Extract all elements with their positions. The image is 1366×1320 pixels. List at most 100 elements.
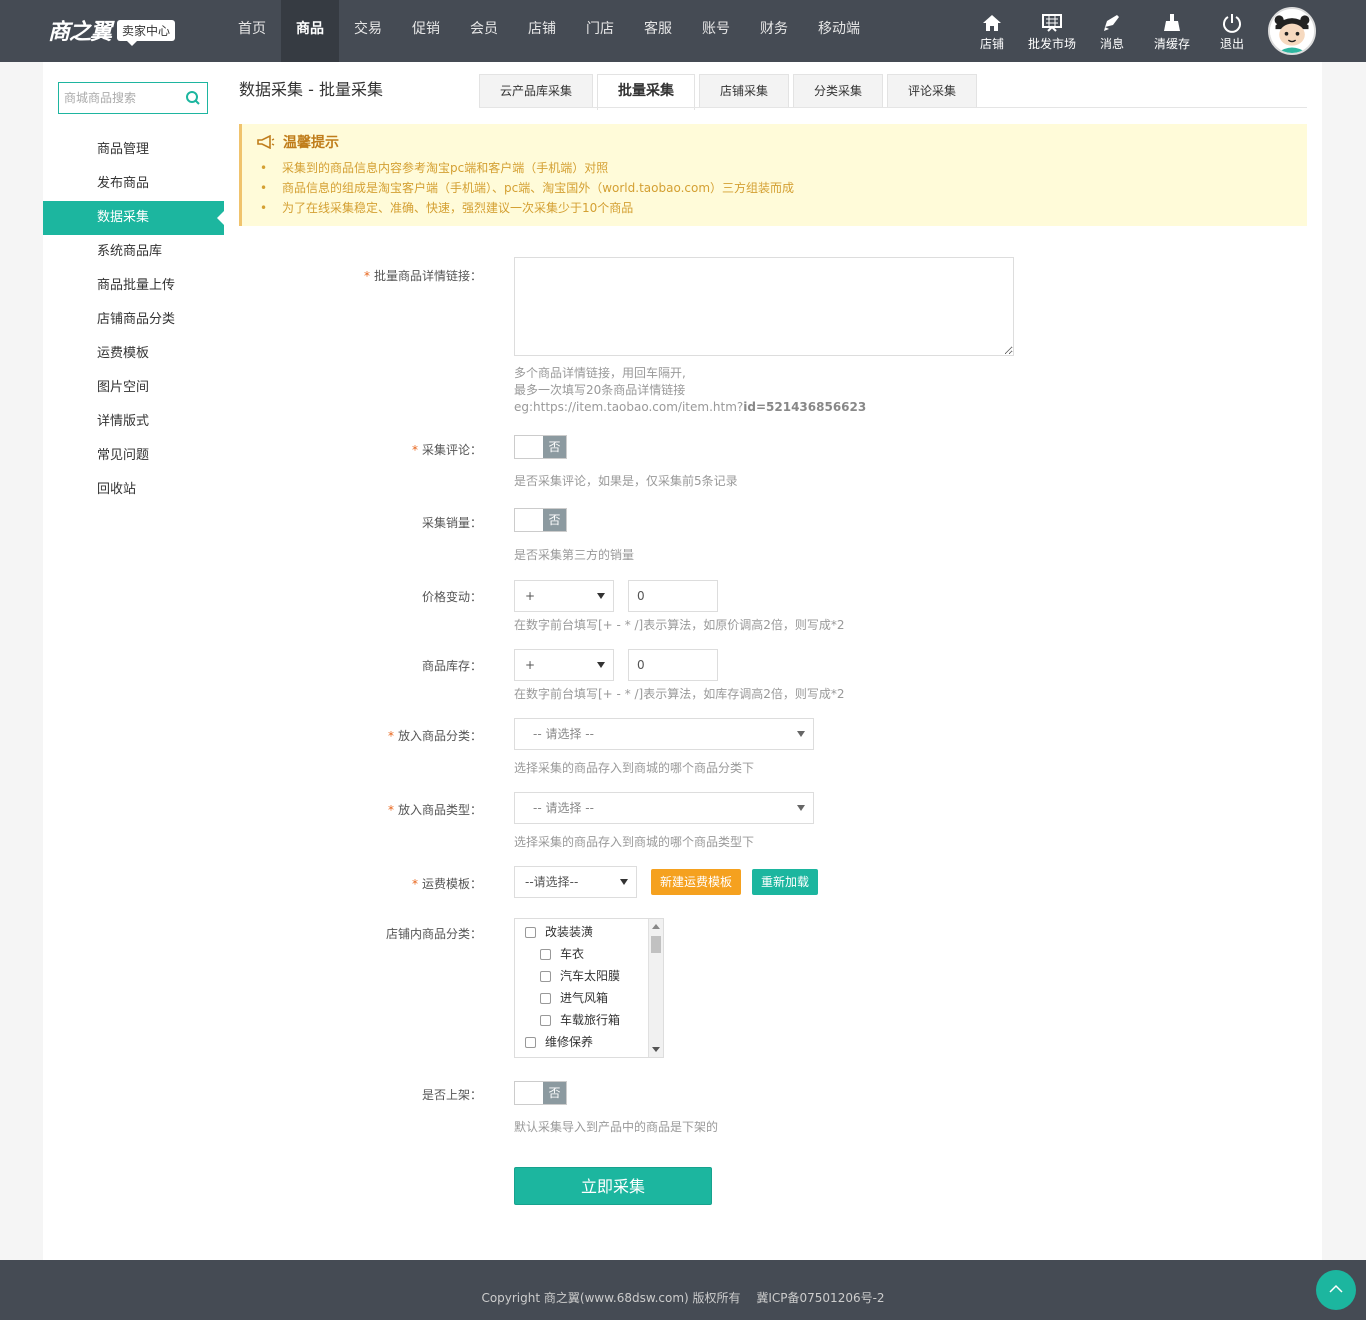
tab-category[interactable]: 分类采集	[793, 74, 884, 108]
market-icon	[1042, 14, 1062, 32]
category-item[interactable]: 维修保养	[525, 1031, 593, 1053]
page-title: 数据采集 - 批量采集	[239, 80, 383, 99]
sidebar-item-image-space[interactable]: 图片空间	[43, 371, 224, 405]
tool-logout[interactable]: 退出	[1202, 0, 1262, 62]
freight-select[interactable]: --请选择--	[514, 866, 637, 898]
footer: Copyright 商之翼(www.68dsw.com) 版权所有 冀ICP备0…	[0, 1260, 1366, 1320]
bell-icon	[1104, 15, 1119, 31]
shop-category-list: 改装装潢 车衣 汽车太阳膜 进气风箱 车载旅行箱 维修保养	[514, 918, 664, 1058]
search-input[interactable]	[59, 83, 179, 113]
tool-label: 店铺	[979, 37, 1004, 51]
row-freight: * 运费模板： --请选择-- 新建运费模板 重新加载	[224, 866, 1322, 898]
links-textarea[interactable]	[514, 257, 1014, 356]
onsale-label: 是否上架：	[421, 1088, 482, 1102]
new-freight-button[interactable]: 新建运费模板	[651, 869, 742, 895]
row-category: * 放入商品分类： -- 请选择 -- 选择采集的商品存入到商城的哪个商品分类下	[224, 718, 1322, 775]
scroll-down-icon[interactable]	[652, 1047, 660, 1052]
scroll-up-icon[interactable]	[652, 924, 660, 929]
category-select[interactable]: -- 请选择 --	[514, 718, 814, 750]
price-op-select[interactable]: +	[514, 580, 614, 612]
category-item[interactable]: 改装装潢	[525, 921, 593, 943]
tool-message[interactable]: 消息	[1082, 0, 1142, 62]
nav-item-shop[interactable]: 店铺	[513, 0, 571, 62]
tool-label: 消息	[1099, 37, 1124, 51]
onsale-switch[interactable]: 否	[514, 1081, 567, 1105]
type-select[interactable]: -- 请选择 --	[514, 792, 814, 824]
sidebar-item-system-lib[interactable]: 系统商品库	[43, 235, 224, 269]
sidebar-item-freight[interactable]: 运费模板	[43, 337, 224, 371]
nav-item-service[interactable]: 客服	[629, 0, 687, 62]
sidebar-search	[58, 82, 208, 114]
tab-batch[interactable]: 批量采集	[597, 74, 696, 110]
checkbox[interactable]	[540, 948, 551, 960]
checkbox[interactable]	[525, 1036, 536, 1048]
category-item[interactable]: 车衣	[540, 943, 584, 965]
tip-title: 温馨提示	[257, 132, 1292, 152]
avatar[interactable]	[1268, 7, 1316, 55]
tool-label: 清缓存	[1153, 37, 1190, 51]
onsale-hint: 默认采集导入到产品中的商品是下架的	[514, 1120, 719, 1134]
reload-button[interactable]: 重新加载	[752, 869, 819, 895]
sidebar-item-batch-upload[interactable]: 商品批量上传	[43, 269, 224, 303]
chevron-down-icon	[797, 805, 805, 811]
nav-item-promotion[interactable]: 促销	[397, 0, 455, 62]
price-label: 价格变动：	[421, 590, 482, 604]
tab-shop[interactable]: 店铺采集	[699, 74, 790, 108]
price-input[interactable]: 0	[628, 580, 718, 612]
tip-list: 采集到的商品信息内容参考淘宝pc端和客户端（手机端）对照 商品信息的组成是淘宝客…	[257, 158, 1292, 218]
sidebar-item-goods-manage[interactable]: 商品管理	[43, 133, 224, 167]
sidebar-item-data-collect[interactable]: 数据采集	[43, 201, 224, 235]
tip-box: 温馨提示 采集到的商品信息内容参考淘宝pc端和客户端（手机端）对照 商品信息的组…	[239, 124, 1307, 226]
nav-item-mobile[interactable]: 移动端	[803, 0, 875, 62]
chevron-up-icon	[1329, 1284, 1343, 1293]
nav-item-member[interactable]: 会员	[455, 0, 513, 62]
logo[interactable]: 商之翼 卖家中心	[48, 14, 176, 46]
type-hint: 选择采集的商品存入到商城的哪个商品类型下	[514, 835, 755, 849]
nav-item-account[interactable]: 账号	[687, 0, 745, 62]
comment-switch[interactable]: 否	[514, 435, 567, 459]
stock-input[interactable]: 0	[628, 649, 718, 681]
tool-market[interactable]: 批发市场	[1022, 0, 1082, 62]
row-type: * 放入商品类型： -- 请选择 -- 选择采集的商品存入到商城的哪个商品类型下	[224, 792, 1322, 849]
tool-shop[interactable]: 店铺	[962, 0, 1022, 62]
tab-cloud-library[interactable]: 云产品库采集	[479, 74, 594, 108]
tabs: 云产品库采集 批量采集 店铺采集 分类采集 评论采集	[479, 74, 981, 110]
stock-op-select[interactable]: +	[514, 649, 614, 681]
nav-item-goods[interactable]: 商品	[281, 0, 339, 62]
sidebar-item-publish[interactable]: 发布商品	[43, 167, 224, 201]
checkbox[interactable]	[525, 926, 536, 938]
category-item[interactable]: 进气风箱	[540, 987, 608, 1009]
sidebar-item-detail-layout[interactable]: 详情版式	[43, 405, 224, 439]
sales-label: 采集销量：	[421, 516, 482, 530]
row-stock: 商品库存： + 0 在数字前台填写[+ - * /]表示算法，如库存调高2倍，则…	[224, 649, 1322, 701]
checkbox[interactable]	[540, 970, 551, 982]
scroll-thumb[interactable]	[651, 936, 661, 953]
nav-item-store[interactable]: 门店	[571, 0, 629, 62]
checkbox[interactable]	[540, 1014, 551, 1026]
back-to-top-button[interactable]	[1316, 1270, 1356, 1310]
icp-text: 冀ICP备07501206号-2	[756, 1291, 885, 1305]
sidebar: 商品管理 发布商品 数据采集 系统商品库 商品批量上传 店铺商品分类 运费模板 …	[43, 62, 224, 1260]
nav-item-finance[interactable]: 财务	[745, 0, 803, 62]
category-item[interactable]: 车载旅行箱	[540, 1009, 620, 1031]
scrollbar[interactable]	[648, 919, 663, 1057]
tab-comment[interactable]: 评论采集	[887, 74, 978, 108]
type-label: * 放入商品类型：	[387, 803, 482, 817]
sidebar-item-recycle[interactable]: 回收站	[43, 473, 224, 507]
sales-switch[interactable]: 否	[514, 508, 567, 532]
sidebar-item-shop-category[interactable]: 店铺商品分类	[43, 303, 224, 337]
sidebar-item-faq[interactable]: 常见问题	[43, 439, 224, 473]
logo-text: 商之翼	[48, 19, 112, 45]
tip-item: 采集到的商品信息内容参考淘宝pc端和客户端（手机端）对照	[257, 158, 1292, 178]
tool-clear-cache[interactable]: 清缓存	[1142, 0, 1202, 62]
nav-item-trade[interactable]: 交易	[339, 0, 397, 62]
chevron-down-icon	[597, 593, 605, 599]
nav-item-home[interactable]: 首页	[223, 0, 281, 62]
search-icon[interactable]	[185, 90, 201, 106]
checkbox[interactable]	[540, 992, 551, 1004]
collect-now-button[interactable]: 立即采集	[514, 1167, 712, 1205]
megaphone-icon	[257, 135, 275, 149]
category-item[interactable]: 汽车太阳膜	[540, 965, 620, 987]
home-icon	[983, 15, 1001, 31]
header-tools: 店铺 批发市场 消息 清缓存 退出	[962, 0, 1262, 62]
